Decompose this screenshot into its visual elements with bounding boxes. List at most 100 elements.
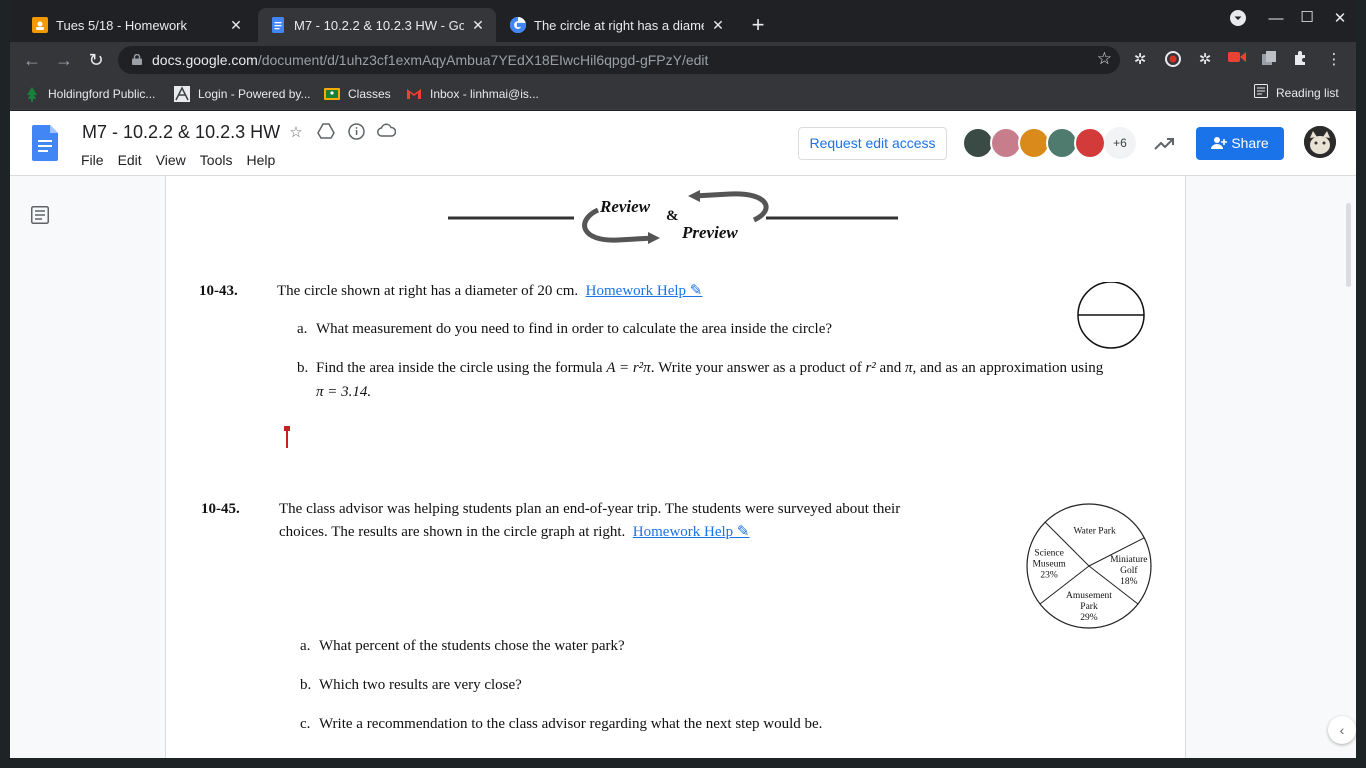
- vertical-scrollbar[interactable]: [1346, 203, 1351, 287]
- docs-logo-icon[interactable]: [32, 125, 58, 161]
- sub-label: b.: [300, 677, 312, 693]
- add-person-icon: [1211, 137, 1228, 149]
- browser-menu-icon[interactable]: ⋮: [1324, 50, 1344, 70]
- homework-help-link[interactable]: Homework Help ✎: [586, 283, 703, 299]
- bookmark-label: Login - Powered by...: [198, 87, 311, 101]
- tab-strip: Tues 5/18 - Homework ✕ M7 - 10.2.2 & 10.…: [10, 0, 1356, 42]
- url-path: /document/d/1uhz3cf1exmAqyAmbua7YEdX18EI…: [257, 52, 709, 68]
- user-avatar[interactable]: [1304, 126, 1336, 158]
- collaborator-avatars: +6: [962, 127, 1136, 159]
- extension-record-icon[interactable]: [1163, 50, 1183, 70]
- homework-help-link[interactable]: Homework Help ✎: [633, 524, 750, 540]
- sub-question-b: b. Find the area inside the circle using …: [297, 357, 1157, 380]
- banner-ampersand: &: [666, 208, 679, 224]
- area-formula: A = r²π: [606, 360, 651, 376]
- extension-puzzle-icon[interactable]: ✲: [1195, 50, 1215, 70]
- bookmark-star-icon[interactable]: ☆: [1097, 49, 1112, 69]
- request-edit-access-button[interactable]: Request edit access: [798, 127, 947, 160]
- document-title[interactable]: M7 - 10.2.2 & 10.2.3 HW: [82, 122, 280, 143]
- cloud-status-icon[interactable]: [376, 123, 396, 143]
- tab-title: Tues 5/18 - Homework: [56, 17, 188, 33]
- sub-text: , and as an approximation using: [912, 360, 1104, 376]
- bookmark-label: Classes: [348, 87, 391, 101]
- reading-list-label: Reading list: [1276, 85, 1339, 100]
- sub-text: Find the area inside the circle using th…: [316, 360, 603, 376]
- window-close-icon[interactable]: ✕: [1330, 9, 1350, 27]
- sub-text: What measurement do you need to find in …: [316, 321, 833, 337]
- circle-diagram: [1077, 282, 1145, 349]
- question-stem: The circle shown at right has a diameter…: [277, 283, 579, 299]
- tab-title: M7 - 10.2.2 & 10.2.3 HW - Google: [294, 17, 464, 33]
- sub-question-b: b. Which two results are very close?: [300, 674, 522, 697]
- pie-slice-label: Science Museum 23%: [1032, 549, 1066, 581]
- menu-edit[interactable]: Edit: [118, 150, 148, 170]
- sub-label: c.: [300, 716, 311, 732]
- sub-label: a.: [300, 638, 311, 654]
- back-icon[interactable]: ←: [20, 48, 44, 72]
- avatar[interactable]: [1074, 127, 1106, 159]
- minimize-icon[interactable]: —: [1266, 10, 1286, 27]
- collapse-side-panel-icon[interactable]: ‹: [1328, 716, 1356, 744]
- sub-label: a.: [297, 321, 308, 337]
- reading-list-button[interactable]: Reading list: [1254, 84, 1339, 101]
- browser-toolbar: ← → ↻ docs.google.com/document/d/1uhz3cf…: [10, 42, 1356, 78]
- document-page[interactable]: Review & Preview 10-43. The circle shown…: [165, 176, 1186, 758]
- bookmarks-bar: Holdingford Public... Login - Powered by…: [10, 78, 1356, 110]
- sub-text: Write a recommendation to the class advi…: [319, 716, 823, 732]
- lock-icon: [132, 54, 142, 65]
- new-tab-button[interactable]: +: [747, 12, 769, 38]
- bookmark-label: Inbox - linhmai@is...: [430, 87, 539, 101]
- address-bar[interactable]: docs.google.com/document/d/1uhz3cf1exmAq…: [118, 46, 1120, 74]
- bookmark-login[interactable]: Login - Powered by...: [174, 84, 311, 104]
- docs-icon: [270, 17, 286, 33]
- close-icon[interactable]: ✕: [710, 17, 726, 34]
- activity-trend-icon[interactable]: [1152, 131, 1176, 155]
- question-number: 10-45.: [201, 501, 240, 517]
- move-to-drive-icon[interactable]: [316, 123, 336, 143]
- pie-slice-label: Amusement Park 29%: [1066, 591, 1112, 623]
- extension-screencast-icon[interactable]: [1227, 50, 1247, 70]
- reload-icon[interactable]: ↻: [84, 48, 108, 72]
- review-preview-banner: Review & Preview: [448, 190, 898, 244]
- star-icon[interactable]: ☆: [286, 123, 306, 143]
- pie-slice-label: Water Park: [1073, 526, 1115, 536]
- document-outline-icon[interactable]: [31, 206, 49, 224]
- bookmark-holdingford[interactable]: Holdingford Public...: [24, 84, 155, 104]
- question-text: The circle shown at right has a diameter…: [277, 280, 897, 303]
- forward-icon[interactable]: →: [52, 48, 76, 72]
- banner-review: Review: [599, 197, 651, 216]
- tab-search-icon[interactable]: [1228, 10, 1248, 30]
- menu-tools[interactable]: Tools: [200, 150, 239, 170]
- menu-view[interactable]: View: [156, 150, 192, 170]
- close-icon[interactable]: ✕: [470, 17, 486, 34]
- tab-homework[interactable]: Tues 5/18 - Homework ✕: [20, 8, 254, 42]
- sub-text: What percent of the students chose the w…: [319, 638, 625, 654]
- browser-window: Tues 5/18 - Homework ✕ M7 - 10.2.2 & 10.…: [10, 0, 1356, 758]
- tab-docs[interactable]: M7 - 10.2.2 & 10.2.3 HW - Google ✕: [258, 8, 496, 42]
- share-button[interactable]: Share: [1196, 127, 1284, 160]
- pi-approximation: π = 3.14.: [316, 384, 372, 400]
- url-text: docs.google.com/document/d/1uhz3cf1exmAq…: [152, 52, 708, 68]
- question-stem-line2: choices. The results are shown in the ci…: [279, 524, 626, 540]
- classroom-icon: [32, 17, 48, 33]
- folder-icon: [324, 86, 340, 102]
- bookmark-classes[interactable]: Classes: [324, 84, 391, 104]
- extension-copy-icon[interactable]: [1259, 50, 1279, 70]
- bookmark-inbox[interactable]: Inbox - linhmai@is...: [406, 84, 539, 104]
- question-stem-line1: The class advisor was helping students p…: [279, 501, 901, 517]
- tab-google[interactable]: The circle at right has a diameter ✕: [498, 8, 736, 42]
- maximize-icon[interactable]: ☐: [1297, 8, 1317, 26]
- banner-preview: Preview: [681, 223, 738, 242]
- question-text: The class advisor was helping students p…: [279, 498, 949, 544]
- question-number: 10-43.: [199, 283, 238, 299]
- close-icon[interactable]: ✕: [228, 17, 244, 34]
- info-icon[interactable]: [346, 123, 366, 143]
- menu-help[interactable]: Help: [246, 150, 281, 170]
- google-icon: [509, 16, 526, 34]
- menu-file[interactable]: File: [81, 150, 110, 170]
- sub-question-a: a. What measurement do you need to find i…: [297, 318, 832, 341]
- more-collaborators-badge[interactable]: +6: [1104, 127, 1136, 159]
- reading-list-icon: [1254, 84, 1268, 101]
- extension-puzzle-icon[interactable]: ✲: [1130, 50, 1150, 70]
- extensions-menu-icon[interactable]: [1291, 50, 1311, 70]
